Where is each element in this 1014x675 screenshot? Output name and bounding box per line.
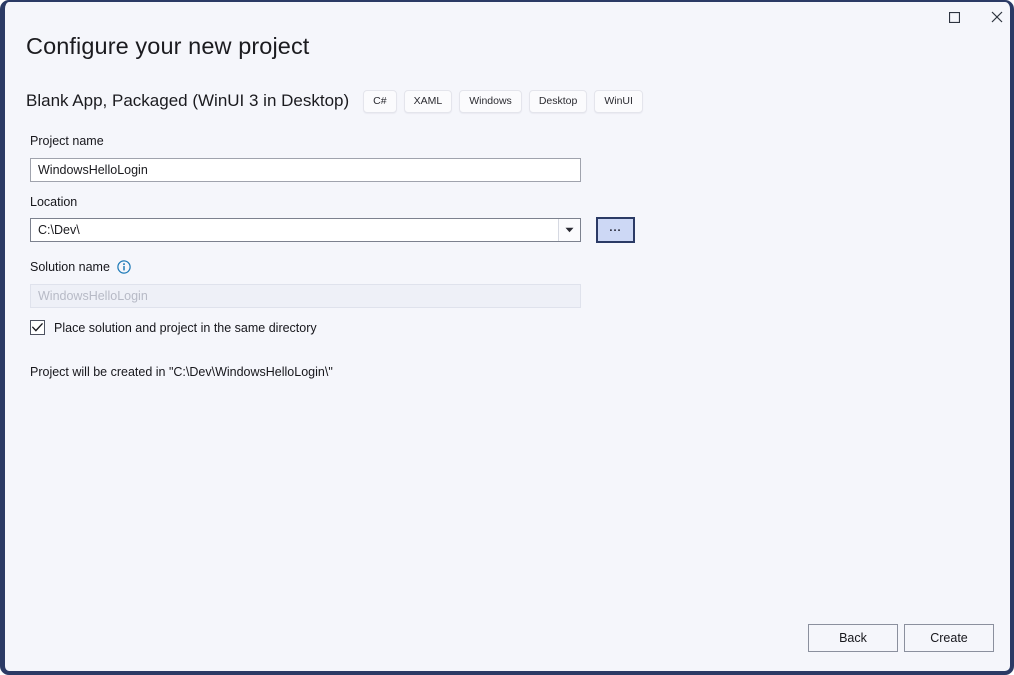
configure-project-dialog: Configure your new project Blank App, Pa… — [0, 0, 1014, 675]
checkmark-icon — [32, 319, 43, 337]
same-directory-checkbox-row[interactable]: Place solution and project in the same d… — [30, 320, 317, 335]
maximize-icon — [949, 12, 960, 23]
location-combobox[interactable]: C:\Dev\ — [30, 218, 581, 242]
tag-pill-csharp: C# — [363, 90, 396, 113]
chevron-down-icon[interactable] — [558, 219, 580, 241]
solution-name-input — [30, 284, 581, 308]
project-name-label: Project name — [30, 134, 104, 148]
tag-pill-winui: WinUI — [594, 90, 643, 113]
location-value: C:\Dev\ — [31, 223, 558, 237]
title-bar — [5, 2, 1010, 32]
tag-pill-windows: Windows — [459, 90, 522, 113]
back-button[interactable]: Back — [808, 624, 898, 652]
project-name-input[interactable] — [30, 158, 581, 182]
create-button[interactable]: Create — [904, 624, 994, 652]
page-title: Configure your new project — [26, 33, 309, 60]
solution-name-label-text: Solution name — [30, 260, 110, 274]
location-label: Location — [30, 195, 77, 209]
template-name: Blank App, Packaged (WinUI 3 in Desktop) — [26, 91, 349, 111]
template-summary: Blank App, Packaged (WinUI 3 in Desktop)… — [26, 87, 650, 115]
close-button[interactable] — [978, 2, 1014, 32]
same-directory-checkbox[interactable] — [30, 320, 45, 335]
tag-pill-xaml: XAML — [404, 90, 453, 113]
maximize-button[interactable] — [935, 2, 973, 32]
browse-location-button[interactable]: ... — [596, 217, 635, 243]
created-path-text: Project will be created in "C:\Dev\Windo… — [30, 365, 333, 379]
close-icon — [991, 11, 1003, 23]
tag-pill-desktop: Desktop — [529, 90, 588, 113]
info-circle-icon[interactable] — [117, 260, 131, 274]
solution-name-label: Solution name — [30, 260, 131, 274]
same-directory-checkbox-label: Place solution and project in the same d… — [54, 321, 317, 335]
